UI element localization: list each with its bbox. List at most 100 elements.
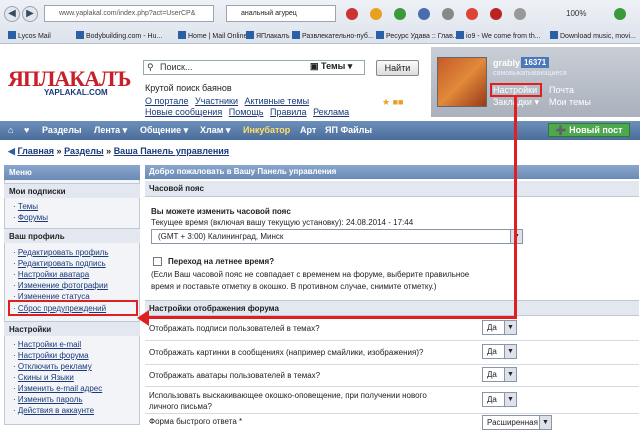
- nav-chat[interactable]: Общение ▾: [140, 125, 188, 136]
- link-ads[interactable]: Реклама: [313, 107, 349, 117]
- dst-checkbox[interactable]: [153, 257, 162, 266]
- bookmark-item[interactable]: Home | Mail Online: [178, 31, 247, 40]
- option-select[interactable]: Расширенная ▼: [482, 415, 552, 430]
- sidebar-subscriptions-title: Мои подписки: [4, 183, 140, 198]
- chevron-down-icon: ▼: [539, 416, 551, 429]
- avatar[interactable]: [437, 57, 487, 107]
- panel-title: Добро пожаловать в Вашу Панель управлени…: [145, 165, 639, 179]
- forward-icon[interactable]: ▶: [22, 6, 38, 22]
- bookmark-item[interactable]: Lycos Mail: [8, 31, 51, 40]
- search-button[interactable]: Найти: [376, 60, 419, 76]
- link-help[interactable]: Помощь: [229, 107, 264, 117]
- addon-icon[interactable]: [418, 8, 430, 20]
- option-select[interactable]: Да ▼: [482, 344, 517, 359]
- annotation-arrow: [514, 97, 517, 319]
- rss-icon[interactable]: ★ ■■: [382, 97, 418, 107]
- sidebar-item[interactable]: · Скины и Языки: [13, 373, 74, 382]
- option-label: Использовать выскакивающее окошко-оповещ…: [149, 391, 427, 400]
- download-icon[interactable]: [442, 8, 454, 20]
- header-links: Новые сообщения Помощь Правила Реклама: [145, 107, 353, 117]
- zoom-level: 100%: [566, 9, 587, 18]
- link-rules[interactable]: Правила: [270, 107, 307, 117]
- nav-files[interactable]: ЯП Файлы: [325, 125, 372, 135]
- sidebar-item[interactable]: · Темы: [13, 202, 38, 211]
- timezone-current: Текущее время (включая вашу текущую уста…: [151, 218, 414, 227]
- home-icon[interactable]: ⌂: [8, 125, 13, 135]
- sidebar-profile-title: Ваш профиль: [4, 228, 140, 243]
- sidebar-item[interactable]: · Изменить e-mail адрес: [13, 384, 102, 393]
- addon-icon[interactable]: [614, 8, 626, 20]
- sidebar-item[interactable]: · Отключить рекламу: [13, 362, 92, 371]
- divider: [145, 386, 639, 387]
- forum-display-section-title: Настройки отображения форума: [145, 300, 639, 316]
- my-topics-link[interactable]: Мои темы: [549, 97, 591, 107]
- option-select[interactable]: Да ▼: [482, 367, 517, 382]
- bookmark-item[interactable]: Ресурс Удава :: Глав...: [376, 31, 459, 40]
- link-active-topics[interactable]: Активные темы: [245, 96, 310, 106]
- timezone-section-title: Часовой пояс: [145, 181, 639, 197]
- chevron-down-icon: ▼: [504, 368, 516, 381]
- new-post-button[interactable]: ➕ Новый пост: [548, 123, 630, 137]
- option-select[interactable]: Да ▼: [482, 392, 517, 407]
- link-about[interactable]: О портале: [145, 96, 188, 106]
- tagline: Крутой поиск баянов: [145, 83, 232, 93]
- sidebar-item[interactable]: · Настройки форума: [13, 351, 89, 360]
- address-bar[interactable]: www.yaplakal.com/index.php?act=UserCP&: [44, 5, 214, 22]
- option-label: Отображать подписи пользователей в темах…: [149, 324, 320, 333]
- bookmark-item[interactable]: ЯПлакалъ: [246, 31, 290, 40]
- option-label: Отображать картинки в сообщениях (наприм…: [149, 348, 424, 357]
- bookmark-item[interactable]: Download music, movi...: [550, 31, 636, 40]
- sidebar-settings-title: Настройки: [4, 321, 140, 336]
- chevron-down-icon: ▼: [504, 393, 516, 406]
- annotation-arrow: [148, 316, 517, 319]
- sidebar-item[interactable]: · Настройки аватара: [13, 270, 89, 279]
- bookmark-item[interactable]: Bodybuilding.com - Hu...: [76, 31, 162, 40]
- sidebar-item[interactable]: · Изменение фотографии: [13, 281, 108, 290]
- sidebar-item[interactable]: · Настройки e-mail: [13, 340, 81, 349]
- breadcrumb-sections[interactable]: Разделы: [64, 146, 104, 156]
- link-new-posts[interactable]: Новые сообщения: [145, 107, 222, 117]
- chevron-down-icon: ▼: [504, 345, 516, 358]
- link-members[interactable]: Участники: [195, 96, 238, 106]
- addon-icon[interactable]: [394, 8, 406, 20]
- chevron-down-icon: ▼: [504, 321, 516, 334]
- adblock-icon[interactable]: [490, 8, 502, 20]
- sidebar-menu-title: Меню: [4, 165, 140, 180]
- bookmark-item[interactable]: Развлекательно-пуб...: [292, 31, 374, 40]
- sidebar-item[interactable]: · Редактировать профиль: [13, 248, 109, 257]
- site-logo-sub: YAPLAKAL.COM: [44, 88, 108, 97]
- nav-feed[interactable]: Лента ▾: [94, 125, 127, 136]
- sidebar-item[interactable]: · Действия в аккаунте: [13, 406, 94, 415]
- user-status: самовыкатывающиеся: [493, 70, 567, 77]
- timezone-select[interactable]: (GMT + 3:00) Калининград, Минск▼: [151, 229, 523, 244]
- username[interactable]: grably: [493, 58, 520, 68]
- highlight-box: [8, 300, 138, 316]
- mail-link[interactable]: Почта: [549, 85, 574, 95]
- option-select[interactable]: Да ▼: [482, 320, 517, 335]
- nav-art[interactable]: Арт: [300, 125, 316, 135]
- search-scope-select[interactable]: ▣ Темы ▾: [310, 61, 352, 72]
- nav-junk[interactable]: Хлам ▾: [200, 125, 230, 136]
- option-label: Отображать аватары пользователей в темах…: [149, 371, 321, 380]
- breadcrumb-home[interactable]: Главная: [17, 146, 54, 156]
- user-count-badge: 16371: [521, 57, 550, 68]
- sidebar-item[interactable]: · Изменить пароль: [13, 395, 83, 404]
- bookmark-item[interactable]: io9 - We come from th...: [456, 31, 541, 40]
- addon-icon[interactable]: [466, 8, 478, 20]
- header-links: О портале Участники Активные темы: [145, 96, 313, 106]
- addon-icon[interactable]: [514, 8, 526, 20]
- browser-search-input[interactable]: анальный агурец: [226, 5, 336, 22]
- nav-incubator[interactable]: Инкубатор: [243, 125, 290, 135]
- nav-sections[interactable]: Разделы: [42, 125, 82, 135]
- breadcrumb-current[interactable]: Ваша Панель управления: [114, 146, 229, 156]
- sidebar-item[interactable]: · Форумы: [13, 213, 48, 222]
- star-icon[interactable]: [370, 8, 382, 20]
- camera-icon: ▣: [310, 61, 322, 71]
- divider: [145, 413, 639, 414]
- like-icon[interactable]: ♥: [24, 125, 29, 135]
- back-icon[interactable]: ◀: [4, 6, 20, 22]
- sidebar-item[interactable]: · Редактировать подпись: [13, 259, 106, 268]
- addon-icon[interactable]: [346, 8, 358, 20]
- plus-icon: ➕: [555, 125, 570, 135]
- search-icon: ⚲: [147, 62, 154, 72]
